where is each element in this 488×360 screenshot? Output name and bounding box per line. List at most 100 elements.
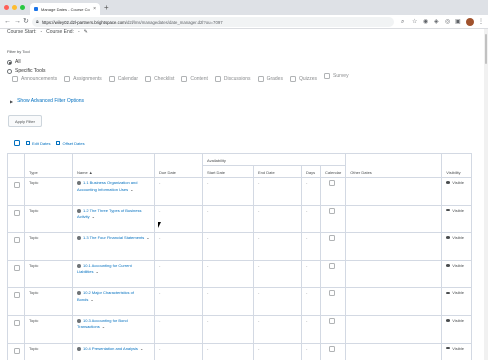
- checkbox[interactable]: [64, 76, 71, 82]
- search-icon[interactable]: ⌕: [401, 18, 404, 26]
- calendar-checkbox[interactable]: [329, 262, 335, 269]
- calendar-checkbox[interactable]: [329, 235, 335, 242]
- tool-announcements[interactable]: Announcements: [12, 76, 57, 82]
- row-checkbox[interactable]: [14, 209, 20, 216]
- select-all-checkbox[interactable]: [14, 140, 20, 146]
- checkbox[interactable]: [214, 76, 221, 82]
- item-name-link[interactable]: 10.2 Major Characteristics of Bonds: [77, 290, 134, 302]
- minimize-window-button[interactable]: [12, 5, 17, 10]
- table-row: Topic 1.2 The Three Types of Business Act…: [7, 204, 473, 234]
- back-icon[interactable]: ←: [4, 17, 11, 26]
- chevron-down-icon[interactable]: ⌄: [140, 346, 143, 351]
- tool-discussions[interactable]: Discussions: [214, 76, 251, 82]
- chevron-down-icon[interactable]: ⌄: [130, 187, 133, 192]
- filter-all-radio[interactable]: All: [7, 59, 21, 65]
- profile-avatar[interactable]: [466, 18, 474, 26]
- checkbox[interactable]: [289, 76, 296, 82]
- chevron-down-icon[interactable]: ⌄: [92, 214, 95, 219]
- item-name-link[interactable]: 1.2 The Three Types of Business Activity: [77, 208, 141, 220]
- checkbox[interactable]: [108, 76, 115, 82]
- item-name-link[interactable]: 10.1 Accounting for Current Liabilities: [77, 263, 132, 275]
- item-name-link[interactable]: 1.3 The Four Financial Statements: [83, 235, 144, 240]
- tool-label: Survey: [333, 73, 349, 79]
- chevron-down-icon[interactable]: ⌄: [102, 324, 105, 329]
- filter-specific-radio[interactable]: Specific Tools: [7, 68, 45, 74]
- type-cell: Topic: [24, 342, 73, 360]
- tool-grades[interactable]: Grades: [257, 76, 283, 82]
- course-start-value: -: [40, 29, 43, 35]
- page-scrollbar[interactable]: [484, 29, 488, 360]
- course-end-value: -: [77, 29, 80, 35]
- tool-checkbox-list: Announcements Assignments Calendar Check…: [12, 73, 356, 82]
- calendar-checkbox[interactable]: [329, 290, 335, 297]
- edit-dates-button[interactable]: Edit Dates: [26, 141, 50, 146]
- advanced-filter-toggle[interactable]: ▶ Show Advanced Filter Options: [10, 98, 84, 104]
- tab-close-icon[interactable]: ×: [93, 6, 96, 12]
- row-checkbox[interactable]: [14, 237, 20, 244]
- table-row: Topic 1.3 The Four Financial Statements ⌄ -…: [7, 232, 473, 261]
- close-window-button[interactable]: [4, 5, 9, 10]
- calendar-checkbox[interactable]: [329, 180, 335, 186]
- item-name-link[interactable]: 1.1 Business Organization and Accounting…: [77, 180, 137, 192]
- extension-icon-2[interactable]: ◈: [434, 18, 439, 26]
- tool-checklist[interactable]: Checklist: [145, 76, 174, 82]
- extension-icon[interactable]: ◉: [423, 18, 428, 26]
- visibility-label: Visible: [452, 180, 464, 185]
- row-checkbox[interactable]: [14, 347, 20, 354]
- offset-dates-button[interactable]: Offset Dates: [56, 140, 85, 146]
- address-bar[interactable]: 🔒︎ https://wiley02.d2l-partners.brightsp…: [32, 17, 394, 27]
- tool-quizzes[interactable]: Quizzes: [289, 76, 317, 82]
- maximize-window-button[interactable]: [20, 5, 25, 10]
- header-select: [7, 153, 25, 178]
- tool-calendar[interactable]: Calendar: [108, 76, 138, 82]
- row-select-cell: [7, 314, 25, 344]
- calendar-checkbox[interactable]: [329, 207, 335, 214]
- start-date-cell: -: [202, 204, 254, 234]
- name-cell: 10.4 Presentation and Analysis ⌄: [72, 342, 155, 360]
- extension-icon-3[interactable]: ◎: [445, 18, 450, 26]
- scrollbar-thumb[interactable]: [485, 34, 487, 64]
- row-checkbox[interactable]: [14, 319, 20, 326]
- chevron-down-icon[interactable]: ⌄: [90, 297, 93, 302]
- star-icon[interactable]: ☆: [412, 18, 417, 26]
- tool-survey[interactable]: Survey: [324, 73, 349, 79]
- browser-tab[interactable]: Manage Dates - Course Copy ×: [30, 3, 100, 15]
- end-date-cell: -: [253, 232, 302, 261]
- days-cell: -: [301, 177, 321, 206]
- checkbox[interactable]: [324, 73, 331, 79]
- eye-icon: [446, 236, 451, 239]
- header-other-dates: Other Dates: [345, 153, 443, 178]
- calendar-cell: [319, 287, 347, 316]
- radio-unchecked-icon[interactable]: [7, 68, 12, 74]
- checkbox[interactable]: [257, 76, 264, 82]
- edit-pencil-icon[interactable]: ✎: [84, 29, 88, 35]
- header-name[interactable]: Name ▲: [72, 153, 155, 178]
- calendar-checkbox[interactable]: [329, 345, 335, 352]
- due-date-cell: -: [154, 204, 203, 234]
- checkbox[interactable]: [181, 76, 188, 82]
- reload-icon[interactable]: ↻: [23, 17, 29, 26]
- tool-assignments[interactable]: Assignments: [64, 76, 102, 82]
- item-name-link[interactable]: 10.4 Presentation and Analysis: [83, 346, 138, 351]
- offset-dates-label: Offset Dates: [62, 140, 85, 146]
- row-checkbox[interactable]: [14, 264, 20, 271]
- chevron-down-icon[interactable]: ⌄: [146, 235, 149, 240]
- forward-icon[interactable]: →: [14, 17, 21, 26]
- chevron-down-icon[interactable]: ⌄: [95, 269, 98, 274]
- visibility-cell: Visible: [441, 314, 473, 344]
- extension-icon-4[interactable]: ▣: [455, 18, 461, 26]
- calendar-checkbox[interactable]: [329, 317, 335, 324]
- menu-icon[interactable]: ⋮: [478, 18, 484, 26]
- checkbox[interactable]: [145, 76, 152, 82]
- row-checkbox[interactable]: [14, 292, 20, 299]
- days-cell: -: [301, 342, 321, 360]
- visibility-cell: Visible: [441, 287, 473, 316]
- end-date-cell: -: [253, 204, 302, 234]
- checkbox[interactable]: [12, 76, 18, 82]
- new-tab-button[interactable]: +: [104, 3, 109, 12]
- tool-content[interactable]: Content: [181, 76, 208, 82]
- radio-checked-icon[interactable]: [7, 59, 12, 65]
- row-checkbox[interactable]: [14, 182, 20, 188]
- row-select-cell: [7, 204, 25, 234]
- apply-filter-button[interactable]: Apply Filter: [8, 115, 42, 127]
